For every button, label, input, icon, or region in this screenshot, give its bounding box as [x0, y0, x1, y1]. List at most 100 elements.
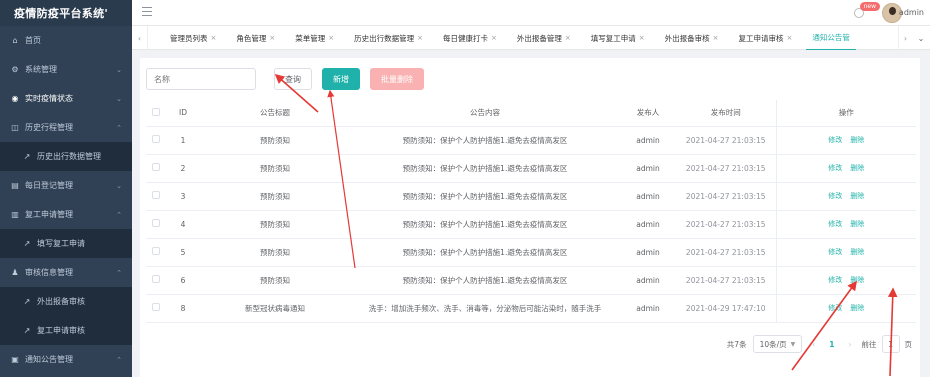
delete-button[interactable]: 删除: [850, 276, 864, 284]
cell-publisher: admin: [620, 126, 676, 155]
sidebar-item[interactable]: ▣ 通知公告管理 ⌃: [0, 345, 132, 374]
sidebar-item[interactable]: ▥ 复工申请管理 ⌃: [0, 200, 132, 229]
edit-button[interactable]: 修改: [828, 164, 842, 172]
sidebar-item[interactable]: ↗ 复工申请审核: [0, 316, 132, 345]
tab[interactable]: 菜单管理 ×: [289, 33, 340, 44]
cell-title: 预防须知: [200, 238, 350, 267]
search-input[interactable]: [146, 68, 256, 90]
sidebar-item[interactable]: ♟ 审核信息管理 ⌃: [0, 258, 132, 287]
page-size-select[interactable]: 10条/页 ▼: [752, 335, 803, 353]
cell-content: 预防须知：保护个人防护措施1.避免去疫情高发区: [350, 182, 620, 211]
cell-title: 新型冠状病毒通知: [200, 294, 350, 323]
add-button[interactable]: 新增: [322, 68, 360, 90]
delete-button[interactable]: 删除: [850, 220, 864, 228]
cell-actions: 修改 删除: [775, 154, 916, 183]
tab-label: 每日健康打卡: [443, 33, 488, 43]
sidebar-item-label: 审核信息管理: [25, 268, 73, 277]
delete-button[interactable]: 删除: [850, 304, 864, 312]
table-row: 3 预防须知 预防须知：保护个人防护措施1.避免去疫情高发区 admin 2021-04…: [146, 182, 916, 211]
tab[interactable]: 外出报备管理 ×: [511, 33, 577, 44]
chevron-down-icon[interactable]: ⌄: [914, 26, 928, 50]
edit-button[interactable]: 修改: [828, 192, 842, 200]
search-button[interactable]: 查询: [274, 68, 312, 90]
row-checkbox[interactable]: [146, 294, 166, 323]
chevron-icon: ⌄: [116, 65, 122, 74]
prev-page-button[interactable]: ‹: [812, 340, 815, 349]
sidebar-item[interactable]: ◫ 历史行程管理 ⌃: [0, 113, 132, 142]
sidebar-item[interactable]: ⌂ 首页: [0, 26, 132, 55]
close-icon[interactable]: ×: [565, 34, 571, 42]
sidebar-item[interactable]: ⚙ 系统管理 ⌄: [0, 55, 132, 84]
tab[interactable]: 复工申请审核 ×: [733, 33, 799, 44]
edit-button[interactable]: 修改: [828, 220, 842, 228]
edit-button[interactable]: 修改: [828, 276, 842, 284]
sidebar-item-label: 历史出行数据管理: [37, 152, 101, 161]
tab-label: 填写复工申请: [590, 33, 636, 43]
tab[interactable]: 历史出行数据管理 ×: [348, 33, 429, 44]
close-icon[interactable]: ×: [269, 34, 275, 42]
close-icon[interactable]: ×: [491, 34, 497, 42]
tab[interactable]: 外出报备审核 ×: [659, 33, 725, 44]
delete-button[interactable]: 删除: [850, 192, 864, 200]
sidebar-item-label: 历史行程管理: [25, 123, 73, 132]
sidebar-item[interactable]: ↗ 外出报备审核: [0, 287, 132, 316]
chevron-left-icon[interactable]: ‹: [132, 26, 148, 50]
sidebar-item[interactable]: ◉ 实时疫情状态 ⌄: [0, 84, 132, 113]
row-checkbox[interactable]: [146, 210, 166, 239]
delete-button[interactable]: 删除: [850, 248, 864, 256]
notice-icon: ▣: [11, 355, 19, 364]
goto-page-input[interactable]: 1: [881, 335, 900, 353]
next-page-button[interactable]: ›: [849, 340, 852, 349]
cell-time: 2021-04-27 21:03:15: [676, 126, 776, 155]
sidebar-item[interactable]: ▤ 每日登记管理 ⌄: [0, 171, 132, 200]
sidebar-item-label: 复工申请审核: [37, 326, 85, 335]
cell-time: 2021-04-29 17:47:10: [676, 294, 776, 323]
close-icon[interactable]: ×: [328, 34, 334, 42]
close-icon[interactable]: ×: [713, 34, 719, 42]
user-name[interactable]: admin: [899, 8, 924, 17]
send-icon: ↗: [23, 326, 31, 335]
tab[interactable]: 填写复工申请 ×: [585, 33, 651, 44]
column-header-time: 发布时间: [676, 100, 776, 127]
cell-actions: 修改 删除: [775, 182, 916, 211]
cell-id: 8: [166, 294, 200, 323]
close-icon[interactable]: ×: [211, 34, 217, 42]
cell-id: 6: [166, 266, 200, 295]
cell-actions: 修改 删除: [775, 210, 916, 239]
chevron-icon: ⌃: [116, 268, 122, 277]
tab[interactable]: 角色管理 ×: [230, 33, 281, 44]
location-icon: ◉: [11, 94, 19, 103]
tab-label: 管理员列表: [170, 33, 208, 43]
toolbar: 查询 新增 批量删除: [146, 68, 424, 90]
sidebar-item-label: 填写复工申请: [37, 239, 85, 248]
edit-button[interactable]: 修改: [828, 136, 842, 144]
row-checkbox[interactable]: [146, 126, 166, 155]
hamburger-icon[interactable]: [142, 7, 152, 16]
row-checkbox[interactable]: [146, 238, 166, 267]
close-icon[interactable]: ×: [787, 34, 793, 42]
delete-button[interactable]: 删除: [850, 164, 864, 172]
cell-time: 2021-04-27 21:03:15: [676, 266, 776, 295]
table-body: 1 预防须知 预防须知：保护个人防护措施1.避免去疫情高发区 admin 2021-04…: [146, 126, 916, 323]
tab[interactable]: 每日健康打卡 ×: [437, 33, 503, 44]
chevron-right-icon[interactable]: ›: [898, 26, 912, 50]
row-checkbox[interactable]: [146, 154, 166, 183]
delete-button[interactable]: 删除: [850, 136, 864, 144]
tab[interactable]: 通知公告管: [806, 26, 856, 50]
sidebar-item[interactable]: ↗ 历史出行数据管理: [0, 142, 132, 171]
cell-publisher: admin: [620, 182, 676, 211]
batch-delete-button[interactable]: 批量删除: [370, 68, 424, 90]
sidebar-item[interactable]: ↗ 填写复工申请: [0, 229, 132, 258]
row-checkbox[interactable]: [146, 182, 166, 211]
cell-publisher: admin: [620, 294, 676, 323]
close-icon[interactable]: ×: [639, 34, 645, 42]
new-badge: new: [859, 2, 880, 11]
close-icon[interactable]: ×: [417, 34, 423, 42]
select-all-checkbox[interactable]: [146, 100, 166, 127]
send-icon: ↗: [23, 152, 31, 161]
tab[interactable]: 管理员列表 ×: [164, 33, 222, 44]
edit-button[interactable]: 修改: [828, 248, 842, 256]
edit-button[interactable]: 修改: [828, 304, 842, 312]
page-number-current[interactable]: 1: [829, 340, 834, 349]
row-checkbox[interactable]: [146, 266, 166, 295]
